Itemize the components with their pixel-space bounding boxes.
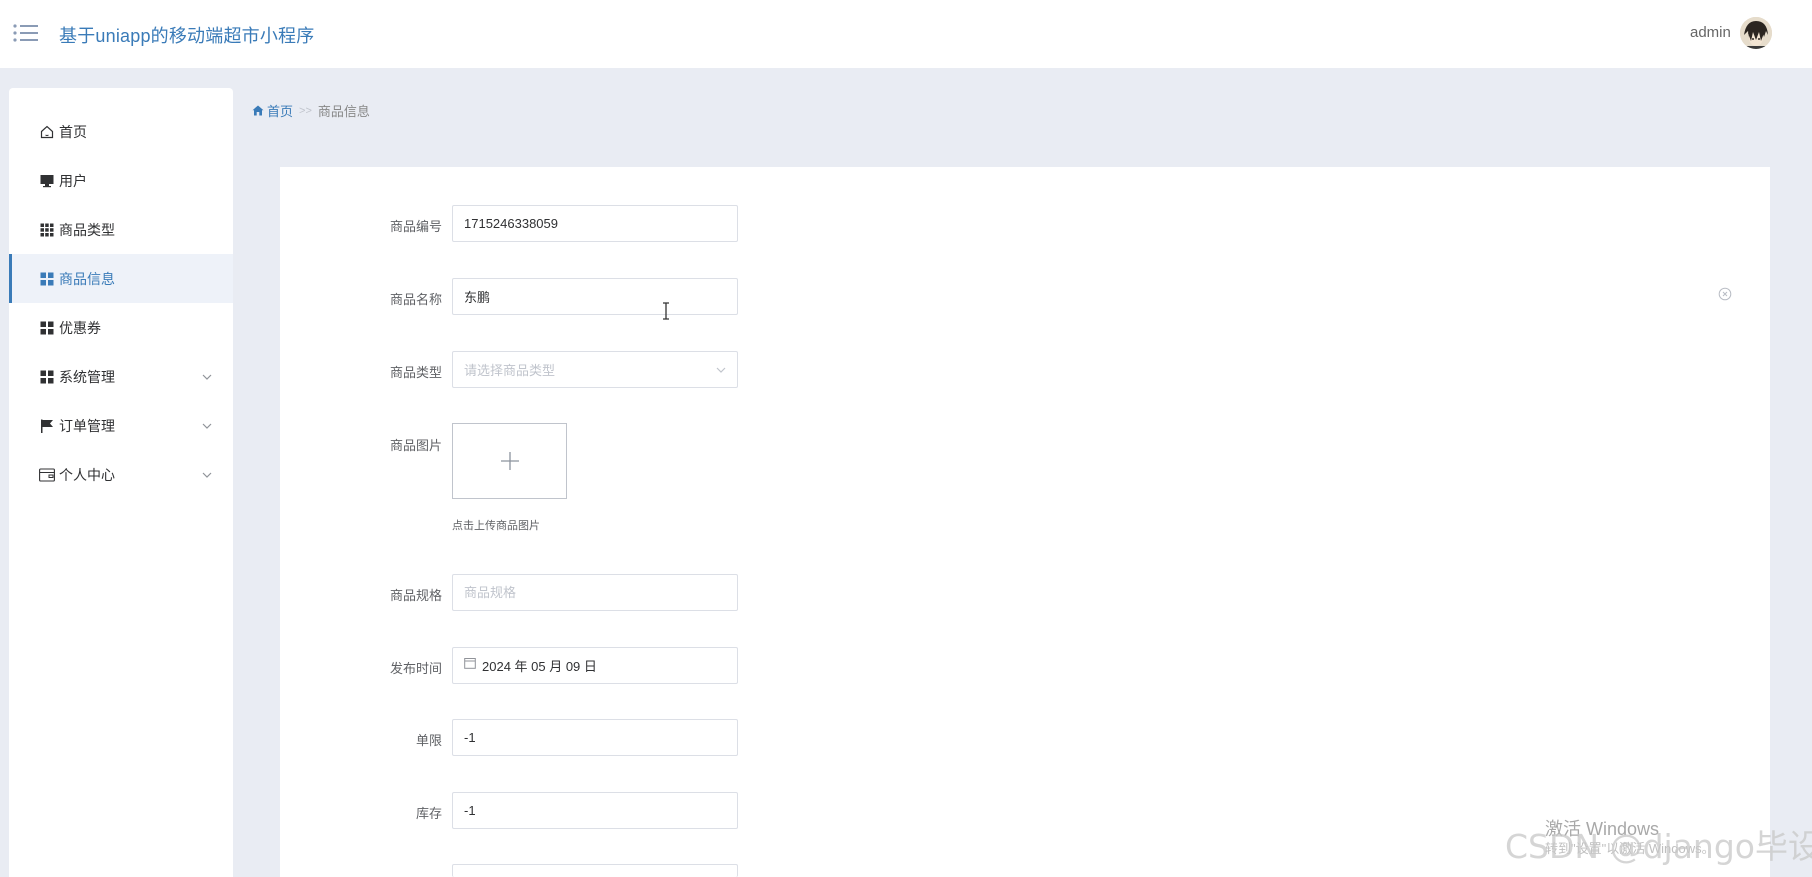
product-type-placeholder: 请选择商品类型 xyxy=(464,363,556,378)
grid-icon xyxy=(39,320,55,336)
sidebar-item-orders[interactable]: 订单管理 xyxy=(9,401,233,450)
publish-date-label: 发布时间 xyxy=(389,661,442,676)
product-code-input[interactable] xyxy=(452,205,738,242)
upload-hint: 点击上传商品图片 xyxy=(452,520,540,532)
chevron-down-icon xyxy=(201,419,213,431)
breadcrumb-current: 商品信息 xyxy=(317,104,370,119)
grid-icon xyxy=(39,369,55,385)
breadcrumb-home[interactable]: 首页 xyxy=(252,101,293,120)
sidebar-item-profile[interactable]: 个人中心 xyxy=(9,450,233,499)
plus-icon xyxy=(499,450,521,472)
app-title: 基于uniapp的移动端超市小程序 xyxy=(59,26,315,46)
sidebar-item-coupons[interactable]: 优惠券 xyxy=(9,303,233,352)
limit-input[interactable] xyxy=(452,719,738,756)
sidebar-item-home[interactable]: 首页 xyxy=(9,107,233,156)
grid-icon xyxy=(39,271,55,287)
sidebar-item-label: 优惠券 xyxy=(59,319,101,336)
sidebar-item-label: 订单管理 xyxy=(59,417,115,434)
flag-icon xyxy=(39,418,55,434)
sidebar-item-label: 系统管理 xyxy=(59,368,115,385)
grid-icon xyxy=(39,222,55,238)
sidebar: 首页 用户 商品类型 商品信息 优惠券 系统管理 订单管理 个人中心 xyxy=(9,88,233,877)
calendar-icon xyxy=(464,657,476,669)
image-upload-button[interactable] xyxy=(452,423,567,499)
sidebar-item-label: 首页 xyxy=(59,123,87,140)
breadcrumb-home-label: 首页 xyxy=(267,104,294,119)
sidebar-item-product-info[interactable]: 商品信息 xyxy=(9,254,233,303)
product-spec-input[interactable] xyxy=(452,574,738,611)
product-code-label: 商品编号 xyxy=(389,219,442,234)
product-name-input[interactable] xyxy=(452,278,738,315)
limit-label: 单限 xyxy=(415,733,442,748)
top-bar: 基于uniapp的移动端超市小程序 admin xyxy=(0,0,1812,68)
user-name[interactable]: admin xyxy=(1690,24,1731,41)
avatar[interactable] xyxy=(1740,17,1772,49)
home-icon xyxy=(39,124,55,140)
wallet-icon xyxy=(39,467,55,483)
sidebar-item-label: 商品信息 xyxy=(59,270,115,287)
chevron-down-icon xyxy=(201,370,213,382)
product-spec-label: 商品规格 xyxy=(389,588,442,603)
product-type-label: 商品类型 xyxy=(389,365,442,380)
close-circle-icon[interactable] xyxy=(1718,287,1732,301)
breadcrumb-separator: >> xyxy=(299,104,312,117)
breadcrumb: 首页 >> 商品信息 xyxy=(252,101,370,120)
sidebar-item-system[interactable]: 系统管理 xyxy=(9,352,233,401)
sidebar-item-label: 用户 xyxy=(59,172,87,189)
stock-input[interactable] xyxy=(452,792,738,829)
sidebar-item-label: 商品类型 xyxy=(59,221,115,238)
product-image-label: 商品图片 xyxy=(389,438,442,453)
monitor-icon xyxy=(39,173,55,189)
sidebar-item-users[interactable]: 用户 xyxy=(9,156,233,205)
sidebar-item-label: 个人中心 xyxy=(59,466,115,483)
chevron-down-icon xyxy=(201,468,213,480)
chevron-down-icon xyxy=(715,364,727,376)
next-field-partial[interactable] xyxy=(452,864,738,877)
sidebar-item-product-types[interactable]: 商品类型 xyxy=(9,205,233,254)
menu-toggle-icon[interactable] xyxy=(12,21,40,45)
csdn-watermark: CSDN @django毕设 xyxy=(1505,827,1812,866)
publish-date-value: 2024 年 05 月 09 日 xyxy=(482,659,597,674)
product-name-label: 商品名称 xyxy=(389,292,442,307)
home-icon xyxy=(252,105,264,116)
text-cursor-icon xyxy=(661,302,671,320)
stock-label: 库存 xyxy=(415,806,442,821)
publish-date-picker[interactable]: 2024 年 05 月 09 日 xyxy=(452,647,738,684)
product-type-select[interactable]: 请选择商品类型 xyxy=(452,351,738,388)
